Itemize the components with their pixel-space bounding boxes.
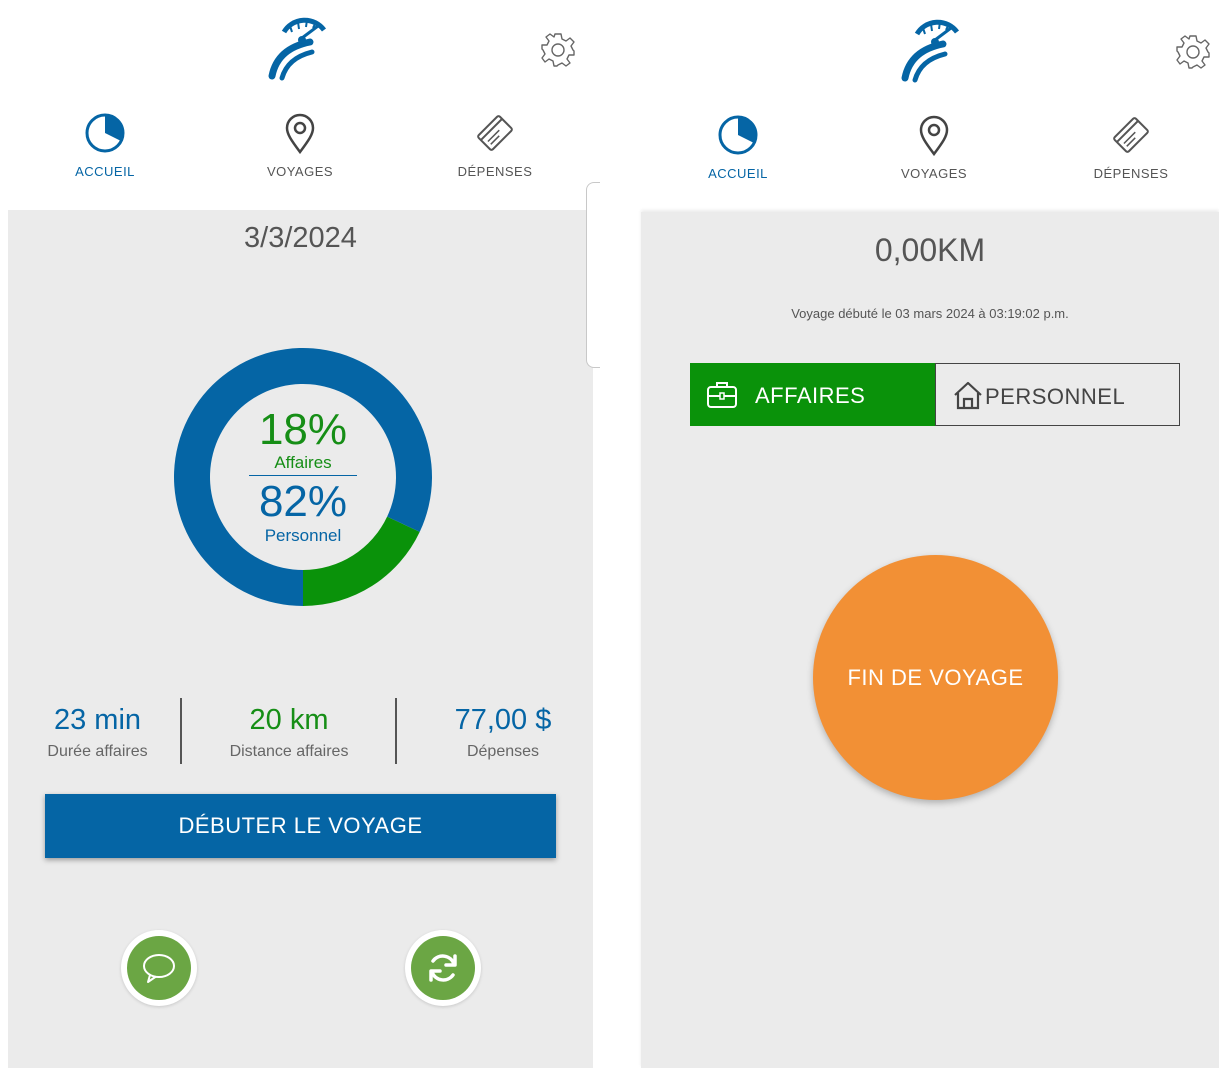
business-toggle-button[interactable]: AFFAIRES [690,363,935,426]
receipt-card-icon [477,115,513,151]
pie-chart-icon [85,113,125,153]
donut-center-labels: 18% Affaires 82% Personnel [233,407,373,546]
trip-type-toggle: AFFAIRES PERSONNEL [690,363,1180,426]
nav-home[interactable]: ACCUEIL [658,110,818,200]
gear-icon[interactable] [538,30,578,70]
end-trip-button[interactable]: FIN DE VOYAGE [813,555,1058,800]
business-label: Affaires [249,453,357,476]
nav-trips[interactable]: VOYAGES [220,108,380,198]
personal-label: Personnel [264,526,342,545]
trip-started-text: Voyage débuté le 03 mars 2024 à 03:19:02… [791,306,1069,321]
app-logo-icon [901,19,960,83]
stats-divider [180,698,182,764]
nav-trips-label: VOYAGES [266,164,334,179]
personal-percentage: 82% [258,477,348,526]
receipt-card-icon [1113,117,1149,153]
nav-home-label: ACCUEIL [708,166,768,181]
nav-trips[interactable]: VOYAGES [854,110,1014,200]
nav-expenses-label: DÉPENSES [1093,166,1169,181]
business-percentage: 18% [258,405,348,454]
nav-home[interactable]: ACCUEIL [25,108,185,198]
business-distance-value: 20 km [249,704,329,736]
stats-divider [395,698,397,764]
sync-button[interactable] [405,930,481,1006]
expenses-value: 77,00 $ [454,704,552,736]
business-toggle-label: AFFAIRES [755,383,866,408]
personal-toggle-button[interactable]: PERSONNEL [935,363,1180,426]
business-duration-stat: 23 min Durée affaires [20,704,175,761]
trip-distance: 0,00KM [874,232,986,268]
business-distance-label: Distance affaires [229,743,349,760]
business-duration-label: Durée affaires [47,743,148,760]
dashboard-screen: ACCUEIL VOYAGES DÉPENSES 3/3/2024 18% Af… [0,0,600,1068]
business-duration-value: 23 min [53,704,142,736]
nav-trips-label: VOYAGES [900,166,968,181]
nav-expenses[interactable]: DÉPENSES [1051,110,1211,200]
nav-expenses-label: DÉPENSES [457,164,533,179]
business-distance-stat: 20 km Distance affaires [204,704,374,761]
app-logo-icon [268,17,327,81]
map-pin-icon [919,115,949,156]
chat-button[interactable] [121,930,197,1006]
chat-bubble-icon [143,954,175,983]
side-drawer-handle[interactable] [586,182,600,368]
sync-icon [429,954,457,982]
expenses-stat: 77,00 $ Dépenses [423,704,583,761]
start-trip-button[interactable]: DÉBUTER LE VOYAGE [45,794,556,858]
main-nav: ACCUEIL VOYAGES DÉPENSES [633,110,1219,210]
current-date: 3/3/2024 [244,222,357,254]
nav-home-label: ACCUEIL [75,164,135,179]
briefcase-icon [707,382,737,408]
gear-icon[interactable] [1173,32,1213,72]
main-nav: ACCUEIL VOYAGES DÉPENSES [0,108,600,208]
stats-row: 23 min Durée affaires 20 km Distance aff… [8,698,593,768]
expenses-label: Dépenses [466,743,540,760]
trip-screen: ACCUEIL VOYAGES DÉPENSES 0,00KM Voyage d [633,0,1219,1068]
dashboard-content: 3/3/2024 18% Affaires 82% Personnel 23 m… [8,210,593,1068]
nav-expenses[interactable]: DÉPENSES [415,108,575,198]
personal-toggle-label: PERSONNEL [985,384,1126,409]
pie-chart-icon [718,115,758,155]
house-icon [954,381,982,410]
trip-content: 0,00KM Voyage débuté le 03 mars 2024 à 0… [641,212,1219,1068]
map-pin-icon [285,113,315,154]
